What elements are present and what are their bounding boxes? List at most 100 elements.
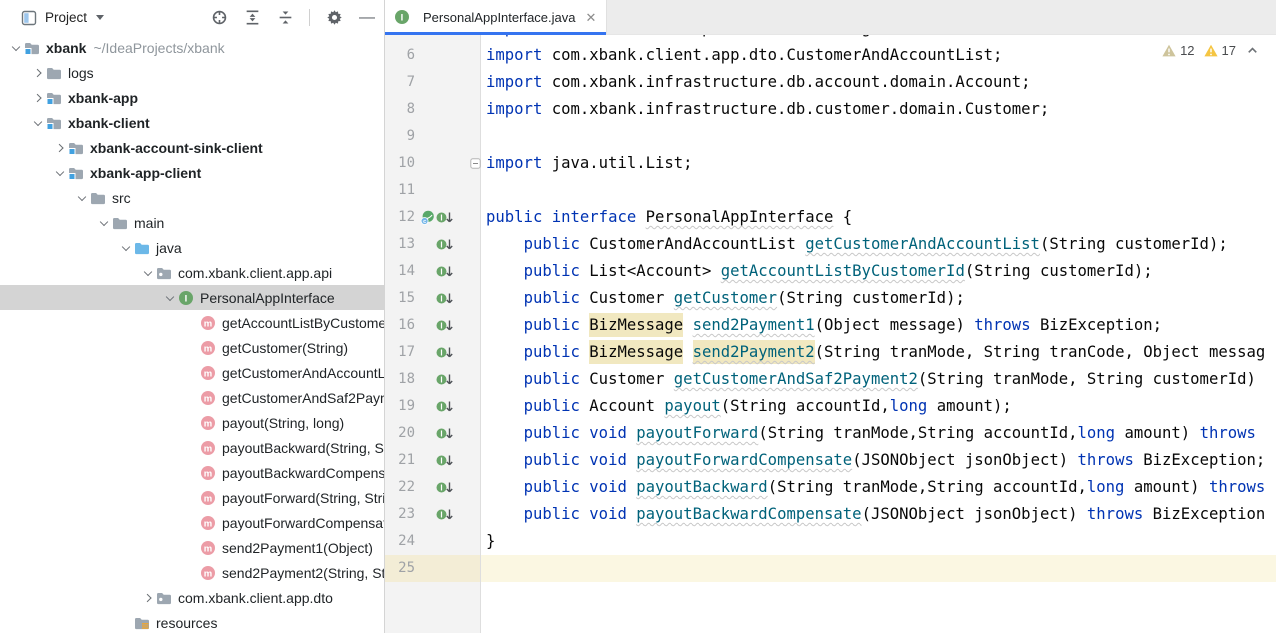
collapse-all-button[interactable]: [276, 9, 294, 27]
tree-item-xbank-app[interactable]: xbank-app: [0, 85, 384, 110]
tree-item-xbank[interactable]: xbank~/IdeaProjects/xbank: [0, 35, 384, 60]
tree-item-resources[interactable]: resources: [0, 610, 384, 633]
tree-item-getcustomerandsaf2payment2-string-string[interactable]: mgetCustomerAndSaf2Payment2(String, Stri…: [0, 385, 384, 410]
code-text: [481, 123, 1276, 150]
folder-icon: [112, 215, 128, 231]
tree-item-send2payment2-string-string-object[interactable]: msend2Payment2(String, String, Object): [0, 560, 384, 585]
chevron-down-icon[interactable]: [118, 235, 134, 260]
chevron-down-icon[interactable]: [52, 160, 68, 185]
tree-item-com-xbank-client-app-dto[interactable]: com.xbank.client.app.dto: [0, 585, 384, 610]
tree-item-getcustomerandaccountlist-string[interactable]: m getCustomerAndAccountList(String): [0, 360, 384, 385]
tab-personalappinterface[interactable]: I PersonalAppInterface.java ✕: [385, 0, 607, 34]
select-opened-file-button[interactable]: [210, 9, 228, 27]
tree-item-payoutforwardcompensate-jsonobject[interactable]: mpayoutForwardCompensate(JSONObject): [0, 510, 384, 535]
gutter-icons[interactable]: I: [415, 258, 465, 285]
editor-line-25[interactable]: 25: [385, 555, 1276, 582]
gutter-icons[interactable]: I: [415, 447, 465, 474]
editor-line-12[interactable]: 12cIpublic interface PersonalAppInterfac…: [385, 204, 1276, 231]
gear-icon[interactable]: [325, 9, 343, 27]
svg-text:I: I: [401, 12, 404, 23]
editor-line-10[interactable]: 10import java.util.List;: [385, 150, 1276, 177]
tree-item-label: getCustomerAndSaf2Payment2(String, Strin…: [222, 390, 384, 406]
gutter-icons: [415, 123, 465, 150]
code-text: import com.xbank.infrastructure.db.custo…: [481, 96, 1276, 123]
gutter-icons[interactable]: I: [415, 393, 465, 420]
editor-line-24[interactable]: 24}: [385, 528, 1276, 555]
gutter-icons[interactable]: I: [415, 366, 465, 393]
tree-item-main[interactable]: main: [0, 210, 384, 235]
editor-line-14[interactable]: 14I public List<Account> getAccountListB…: [385, 258, 1276, 285]
tree-item-java[interactable]: java: [0, 235, 384, 260]
tree-item-label: payoutForwardCompensate(JSONObject): [222, 515, 384, 531]
chevron-down-icon[interactable]: [96, 210, 112, 235]
chevron-down-icon[interactable]: [8, 35, 24, 60]
gutter-icons[interactable]: cI: [415, 204, 465, 231]
chevron-down-icon[interactable]: [140, 260, 156, 285]
editor-line-9[interactable]: 9: [385, 123, 1276, 150]
editor-line-5[interactable]: 5import com.bizmud.bizsip.common.BizMess…: [385, 35, 1276, 42]
editor-line-8[interactable]: 8import com.xbank.infrastructure.db.cust…: [385, 96, 1276, 123]
editor-line-6[interactable]: 6import com.xbank.client.app.dto.Custome…: [385, 42, 1276, 69]
chevron-placeholder: [184, 360, 200, 385]
chevron-placeholder: [184, 510, 200, 535]
gutter-icons: [415, 177, 465, 204]
chevron-right-icon[interactable]: [30, 85, 46, 110]
tree-item-getcustomer-string[interactable]: mgetCustomer(String): [0, 335, 384, 360]
tree-item-personalappinterface[interactable]: IPersonalAppInterface: [0, 285, 384, 310]
tree-item-xbank-account-sink-client[interactable]: xbank-account-sink-client: [0, 135, 384, 160]
chevron-right-icon[interactable]: [140, 585, 156, 610]
tree-item-payoutbackward-string-string-long[interactable]: mpayoutBackward(String, String, long): [0, 435, 384, 460]
warnings-indicator[interactable]: 17: [1204, 43, 1236, 58]
gutter-icons[interactable]: I: [415, 312, 465, 339]
tree-item-logs[interactable]: logs: [0, 60, 384, 85]
tree-item-getaccountlistbycustomerid-string[interactable]: mgetAccountListByCustomerId(String): [0, 310, 384, 335]
editor-line-13[interactable]: 13I public CustomerAndAccountList getCus…: [385, 231, 1276, 258]
warning-icon: [1204, 44, 1218, 57]
chevron-right-icon[interactable]: [52, 135, 68, 160]
svg-text:m: m: [204, 368, 212, 379]
editor-line-15[interactable]: 15I public Customer getCustomer(String c…: [385, 285, 1276, 312]
gutter-icons[interactable]: I: [415, 231, 465, 258]
gutter-icons[interactable]: I: [415, 285, 465, 312]
chevron-up-icon[interactable]: [1245, 43, 1260, 58]
svg-text:I: I: [440, 214, 442, 223]
editor-line-18[interactable]: 18I public Customer getCustomerAndSaf2Pa…: [385, 366, 1276, 393]
chevron-down-icon[interactable]: [162, 285, 178, 310]
editor-line-22[interactable]: 22I public void payoutBackward(String tr…: [385, 474, 1276, 501]
code-text: public List<Account> getAccountListByCus…: [481, 258, 1276, 285]
expand-all-button[interactable]: [243, 9, 261, 27]
chevron-down-icon[interactable]: [30, 110, 46, 135]
editor-line-20[interactable]: 20I public void payoutForward(String tra…: [385, 420, 1276, 447]
gutter-icons[interactable]: I: [415, 474, 465, 501]
gutter-icons[interactable]: I: [415, 501, 465, 528]
tree-item-payout-string-long[interactable]: mpayout(String, long): [0, 410, 384, 435]
gutter-icons[interactable]: I: [415, 339, 465, 366]
tree-item-com-xbank-client-app-api[interactable]: com.xbank.client.app.api: [0, 260, 384, 285]
editor-line-21[interactable]: 21I public void payoutForwardCompensate(…: [385, 447, 1276, 474]
editor-line-16[interactable]: 16I public BizMessage send2Payment1(Obje…: [385, 312, 1276, 339]
tree-item-xbank-client[interactable]: xbank-client: [0, 110, 384, 135]
code-text: }: [481, 528, 1276, 555]
code-text: import com.xbank.infrastructure.db.accou…: [481, 69, 1276, 96]
editor-line-7[interactable]: 7import com.xbank.infrastructure.db.acco…: [385, 69, 1276, 96]
editor-line-11[interactable]: 11: [385, 177, 1276, 204]
tree-item-src[interactable]: src: [0, 185, 384, 210]
hide-panel-button[interactable]: —: [358, 9, 376, 27]
chevron-right-icon[interactable]: [30, 60, 46, 85]
tree-item-xbank-app-client[interactable]: xbank-app-client: [0, 160, 384, 185]
editor-line-17[interactable]: 17I public BizMessage send2Payment2(Stri…: [385, 339, 1276, 366]
editor-line-19[interactable]: 19I public Account payout(String account…: [385, 393, 1276, 420]
tree-item-payoutforward-string-string-long[interactable]: mpayoutForward(String, String, long): [0, 485, 384, 510]
close-icon[interactable]: ✕: [585, 11, 596, 24]
weak-warnings-indicator[interactable]: 12: [1162, 43, 1194, 58]
tree-item-payoutbackwardcompensate-jsonobject[interactable]: mpayoutBackwardCompensate(JSONObject): [0, 460, 384, 485]
tree-item-label: getCustomerAndAccountList(String): [222, 365, 384, 381]
editor-gutter: 21I: [385, 447, 481, 474]
tree-item-label: xbank-client: [68, 115, 150, 131]
project-view-selector[interactable]: Project: [20, 9, 104, 27]
editor-line-23[interactable]: 23I public void payoutBackwardCompensate…: [385, 501, 1276, 528]
gutter-icons[interactable]: I: [415, 420, 465, 447]
chevron-down-icon[interactable]: [74, 185, 90, 210]
tree-item-send2payment1-object[interactable]: msend2Payment1(Object): [0, 535, 384, 560]
inspections-widget: 12 17: [1162, 43, 1260, 58]
